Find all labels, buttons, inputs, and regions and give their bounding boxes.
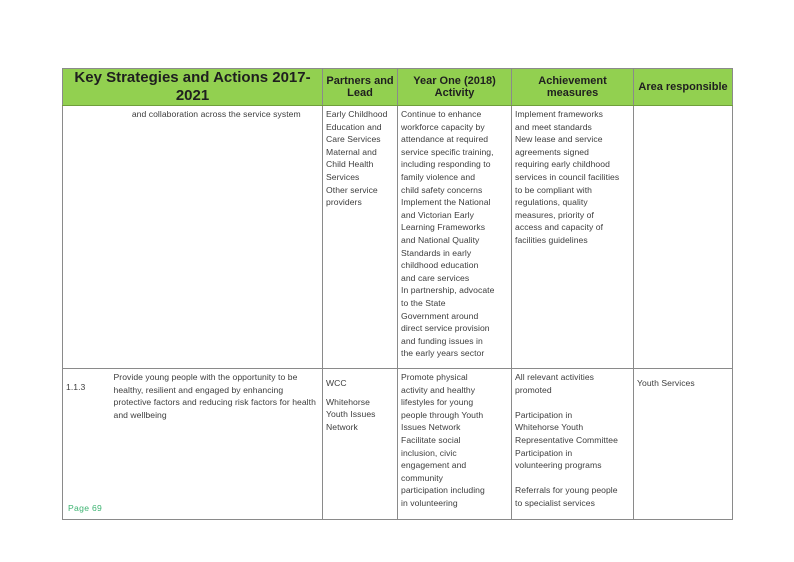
activity-cell: Promote physical activity and healthy life… [397, 368, 513, 520]
cell-line: attendance at required [401, 134, 489, 145]
header-achievement: Achievement measures [511, 68, 635, 106]
cell-line: Education and [326, 121, 382, 132]
table-row: and collaboration across the service sys… [62, 105, 734, 369]
cell-line: and Victorian Early [401, 209, 474, 220]
cell-line: engagement and [401, 460, 467, 471]
cell-line: Continue to enhance [401, 109, 482, 119]
cell-line: Referrals for young people [515, 485, 618, 496]
strategy-text: Provide young people with the opportunit… [110, 368, 324, 520]
cell-line: volunteering programs [515, 460, 602, 471]
cell-line: Care Services [326, 134, 381, 145]
cell-line: Youth Issues [326, 409, 376, 420]
achievement-cell: All relevant activities promoted Participa… [511, 368, 635, 520]
cell-line: requiring early childhood [515, 159, 610, 170]
cell-line: Early Childhood [326, 109, 388, 119]
table-header-row: Key Strategies and Actions 2017-2021 Par… [61, 68, 734, 106]
cell-line: Learning Frameworks [401, 222, 486, 233]
area-cell: Youth Services [633, 368, 734, 520]
cell-line: to be compliant with [515, 184, 592, 195]
cell-line: workforce capacity by [401, 121, 485, 132]
cell-line: including responding to [401, 159, 491, 170]
cell-line: and National Quality [401, 234, 480, 245]
header-area: Area responsible [633, 68, 734, 106]
area-cell [633, 105, 734, 369]
partners-cell: WCC Whitehorse Youth Issues Network [322, 368, 399, 520]
cell-line: the early years sector [401, 348, 485, 359]
cell-line: Government around [401, 310, 479, 321]
cell-line: people through Youth [401, 409, 484, 420]
cell-line: Network [326, 421, 358, 432]
cell-line: activity and healthy [401, 384, 476, 395]
header-activity: Year One (2018) Activity [397, 68, 513, 106]
cell-line: All relevant activities [515, 372, 595, 382]
cell-line: family violence and [401, 171, 476, 182]
partners-cell: Early Childhood Education and Care Service… [322, 105, 399, 369]
cell-line: Participation in [515, 409, 573, 420]
cell-line: measures, priority of [515, 209, 594, 220]
cell-line: access and capacity of [515, 222, 604, 233]
cell-line: Whitehorse Youth [515, 422, 584, 433]
header-strategies: Key Strategies and Actions 2017-2021 [61, 68, 324, 106]
cell-line: Standards in early [401, 247, 472, 258]
document-page: Key Strategies and Actions 2017-2021 Par… [0, 0, 794, 562]
cell-line: Services [326, 171, 360, 182]
cell-line: service specific training, [401, 146, 494, 157]
table-row: 1.1.3 Provide young people with the oppo… [62, 368, 734, 520]
cell-line: Whitehorse [326, 396, 370, 407]
cell-line: agreements signed [515, 146, 589, 157]
activity-cell: Continue to enhance workforce capacity by… [397, 105, 513, 369]
page-number: Page 69 [68, 503, 103, 513]
cell-line: child safety concerns [401, 184, 483, 195]
cell-line: Implement the National [401, 197, 491, 208]
action-number [62, 105, 111, 369]
achievement-cell: Implement frameworks and meet standards Ne… [511, 105, 635, 369]
cell-line: Representative Committee [515, 434, 618, 445]
cell-line: and care services [401, 272, 470, 283]
strategy-text: and collaboration across the service sys… [110, 105, 324, 369]
cell-line: New lease and service [515, 134, 603, 145]
strategies-table: Key Strategies and Actions 2017-2021 Par… [61, 68, 734, 520]
cell-line: Other service [326, 184, 378, 195]
cell-line: facilities guidelines [515, 234, 588, 245]
cell-line: and meet standards [515, 121, 592, 132]
cell-line: Promote physical [401, 372, 468, 382]
cell-line: inclusion, civic [401, 447, 457, 458]
cell-line: lifestyles for young [401, 397, 474, 408]
action-number: 1.1.3 [62, 368, 111, 520]
cell-line: to the State [401, 297, 446, 308]
cell-line: community [401, 472, 444, 483]
cell-line: WCC [326, 378, 347, 388]
cell-line: Child Health [326, 159, 374, 170]
cell-line: in volunteering [401, 497, 458, 508]
cell-line: Facilitate social [401, 434, 461, 445]
cell-line: Implement frameworks [515, 109, 603, 119]
cell-line: providers [326, 197, 362, 208]
cell-line: to specialist services [515, 497, 595, 508]
cell-line: Issues Network [401, 422, 461, 433]
cell-line: In partnership, advocate [401, 285, 495, 296]
cell-line: Maternal and [326, 146, 377, 157]
cell-line: Participation in [515, 447, 573, 458]
cell-line: childhood education [401, 260, 479, 271]
cell-line: regulations, quality [515, 197, 588, 208]
cell-line: participation including [401, 485, 485, 496]
cell-line: and funding issues in [401, 335, 483, 346]
cell-line: services in council facilities [515, 171, 620, 182]
cell-line: promoted [515, 384, 552, 395]
cell-line: direct service provision [401, 323, 490, 334]
header-partners: Partners and Lead [322, 68, 399, 106]
